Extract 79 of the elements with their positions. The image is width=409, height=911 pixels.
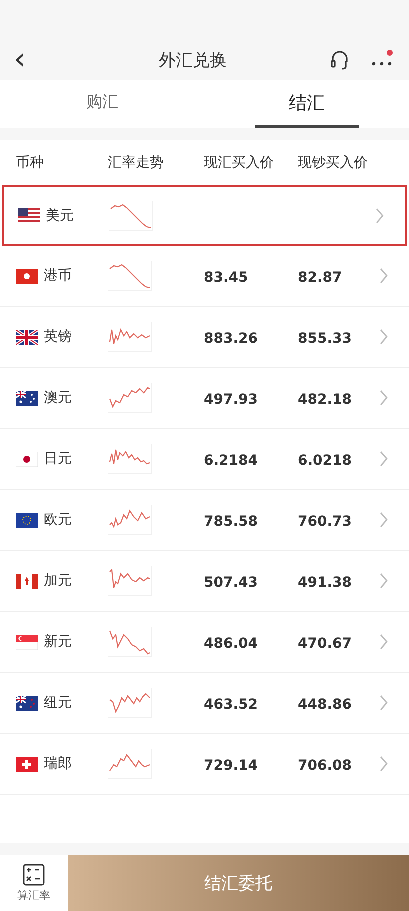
flag-icon (16, 390, 38, 406)
currency-name: 纽元 (44, 694, 72, 712)
page-title: 外汇兑换 (159, 50, 227, 72)
currency-name: 瑞郎 (44, 755, 72, 773)
spot-buy-price: 497.93 (204, 392, 258, 408)
currency-row[interactable]: 澳元 497.93 482.18 (0, 368, 409, 429)
chevron-icon (379, 634, 389, 650)
sparkline-chart (108, 627, 152, 657)
cash-buy-price: 855.33 (298, 330, 352, 346)
currency-name: 日元 (44, 450, 72, 468)
tab[interactable]: 购汇 (50, 80, 154, 128)
sparkline-chart (108, 200, 153, 230)
column-header: 现汇买入价 (204, 154, 275, 172)
cash-buy-price: 82.87 (298, 270, 342, 286)
flag-icon (16, 756, 38, 772)
cash-buy-price: 760.73 (298, 514, 352, 530)
chevron-icon (379, 268, 389, 284)
spot-buy-price: 729.14 (204, 758, 258, 774)
flag-icon (16, 268, 38, 284)
chevron-icon (375, 208, 385, 224)
currency-row[interactable]: 瑞郎 729.14 706.08 (0, 734, 409, 795)
column-header: 现钞买入价 (298, 154, 369, 172)
spot-buy-price: 785.58 (204, 514, 258, 530)
currency-name: 美元 (46, 206, 74, 224)
chevron-icon (379, 695, 389, 711)
headset-icon[interactable] (329, 49, 351, 71)
spot-buy-price: 463.52 (204, 696, 258, 712)
currency-name: 英镑 (44, 328, 72, 346)
flag-icon (16, 574, 38, 588)
calculator-icon (23, 864, 45, 886)
sparkline-chart (108, 444, 152, 474)
chevron-icon (379, 512, 389, 528)
cash-buy-price: 706.08 (298, 758, 352, 774)
tab[interactable]: 结汇 (254, 80, 359, 128)
column-header: 币种 (16, 154, 45, 172)
flag-icon (18, 208, 40, 223)
flag-icon (16, 696, 38, 710)
flag-icon (16, 330, 38, 344)
chevron-icon (379, 329, 389, 345)
flag-icon (16, 634, 38, 650)
spot-buy-price: 83.45 (204, 270, 248, 286)
back-button[interactable]: ‹ (14, 45, 44, 75)
chevron-icon (379, 756, 389, 772)
cash-buy-price: 448.86 (298, 696, 352, 712)
currency-row[interactable]: 加元 507.43 491.38 (0, 551, 409, 612)
sparkline-chart (108, 383, 152, 413)
currency-name: 新元 (44, 633, 72, 651)
currency-row[interactable]: 英镑 883.26 855.33 (0, 307, 409, 368)
chevron-icon (379, 390, 389, 406)
selected-row[interactable]: 美元 (2, 185, 407, 246)
currency-row[interactable]: 欧元 785.58 760.73 (0, 490, 409, 551)
spot-buy-price: 883.26 (204, 330, 258, 346)
flag-icon (16, 512, 38, 528)
sparkline-chart (108, 322, 152, 352)
spot-buy-price: 486.04 (204, 636, 258, 652)
sparkline-chart (108, 749, 152, 779)
cash-buy-price: 491.38 (298, 574, 352, 590)
currency-name: 欧元 (44, 511, 72, 529)
currency-name: 港币 (44, 267, 72, 285)
chevron-icon (379, 573, 389, 589)
calculator-button[interactable]: 算汇率 (0, 855, 68, 911)
currency-row[interactable]: 日元 6.2184 6.0218 (0, 429, 409, 490)
chevron-icon (379, 451, 389, 467)
sparkline-chart (108, 566, 152, 596)
currency-name: 澳元 (44, 389, 72, 407)
sparkline-chart (108, 261, 152, 291)
sparkline-chart (108, 505, 152, 535)
sparkline-chart (108, 688, 152, 718)
cash-buy-price: 470.67 (298, 636, 352, 652)
spot-buy-price: 6.2184 (204, 452, 258, 468)
currency-row[interactable]: 纽元 463.52 448.86 (0, 673, 409, 734)
column-header: 汇率走势 (108, 154, 165, 172)
flag-icon (16, 452, 38, 466)
currency-row[interactable]: 新元 486.04 470.67 (0, 612, 409, 673)
cash-buy-price: 6.0218 (298, 452, 352, 468)
currency-row[interactable]: 港币 83.45 82.87 (0, 246, 409, 307)
spot-buy-price: 507.43 (204, 574, 258, 590)
currency-name: 加元 (44, 572, 72, 590)
cash-buy-price: 482.18 (298, 392, 352, 408)
